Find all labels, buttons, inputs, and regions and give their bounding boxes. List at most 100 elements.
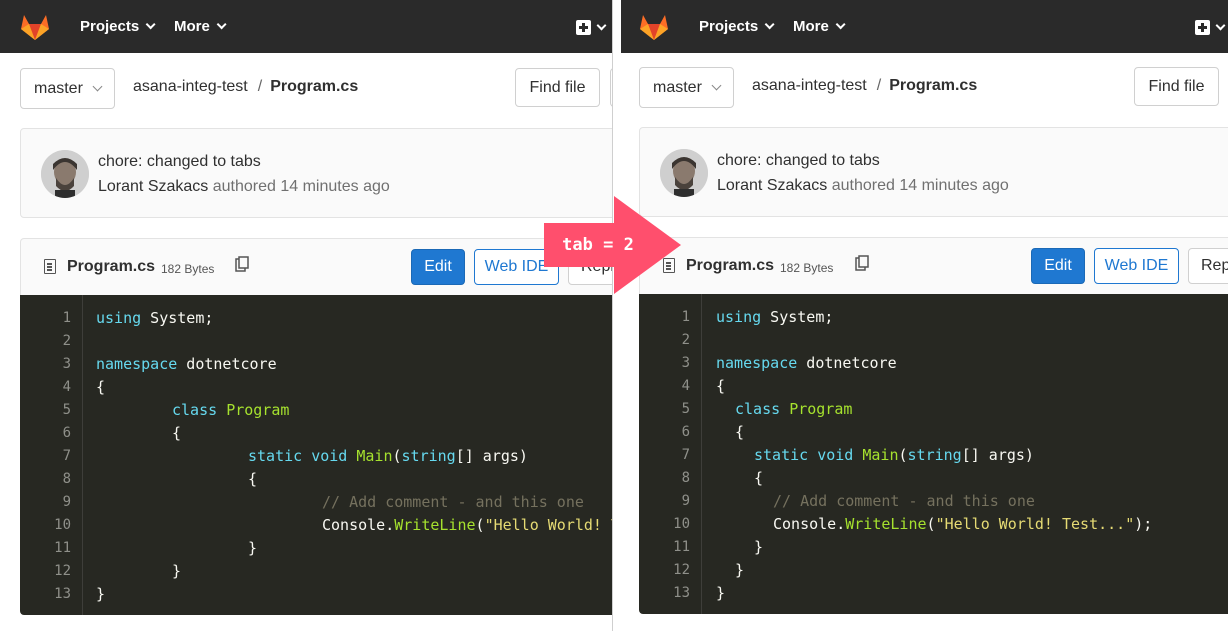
line-number[interactable]: 11 (650, 536, 690, 559)
line-number[interactable]: 2 (650, 329, 690, 352)
plus-square-icon[interactable] (576, 20, 591, 35)
line-number[interactable]: 2 (31, 330, 71, 353)
code-token: static void (754, 446, 854, 464)
line-number[interactable]: 10 (31, 514, 71, 537)
chevron-down-icon (835, 19, 846, 30)
line-number[interactable]: 10 (650, 513, 690, 536)
commit-time: 14 minutes ago (899, 177, 1009, 194)
code-line: } (172, 562, 182, 580)
code-line: } (96, 585, 106, 603)
code-token: ( (392, 447, 402, 465)
file-header: Program.cs 182 Bytes Edit Web IDE Replac… (639, 237, 1228, 294)
find-file-button[interactable]: Find file (515, 68, 600, 107)
code-token: System; (141, 309, 214, 327)
code-line: { (96, 378, 106, 396)
top-navbar: Projects More (0, 0, 612, 53)
web-ide-button[interactable]: Web IDE (1094, 248, 1179, 284)
line-number[interactable]: 3 (650, 352, 690, 375)
breadcrumb-file[interactable]: Program.cs (889, 77, 977, 94)
clipboard-icon[interactable] (855, 255, 869, 271)
code-token: ( (926, 515, 936, 533)
line-number[interactable]: 9 (31, 491, 71, 514)
code-token: WriteLine (845, 515, 927, 533)
chevron-down-icon (764, 19, 775, 30)
file-name: Program.cs (686, 257, 775, 274)
code-viewer[interactable]: 1 2 3 4 5 6 7 8 9 10 11 12 13 using Syst… (20, 295, 612, 615)
commit-title[interactable]: chore: changed to tabs (98, 153, 261, 171)
more-menu[interactable]: More (793, 0, 846, 53)
line-number[interactable]: 5 (650, 398, 690, 421)
gitlab-logo-icon[interactable] (20, 13, 50, 41)
code-token: ); (1134, 515, 1153, 533)
code-line: } (735, 561, 745, 579)
code-line: // Add comment - and this one (773, 492, 1035, 510)
code-token: class (735, 400, 781, 418)
line-number[interactable]: 7 (650, 444, 690, 467)
line-number[interactable]: 6 (650, 421, 690, 444)
edit-button[interactable]: Edit (411, 249, 465, 285)
find-file-button[interactable]: Find file (1134, 67, 1219, 106)
commit-author[interactable]: Lorant Szakacs (98, 178, 208, 195)
code-line: } (754, 538, 764, 556)
projects-menu-label: Projects (699, 18, 759, 35)
line-number[interactable]: 11 (31, 537, 71, 560)
code-token: ( (898, 446, 908, 464)
code-token: Console. (322, 516, 395, 534)
line-number[interactable]: 8 (650, 467, 690, 490)
code-token: System; (761, 308, 834, 326)
gitlab-logo-icon[interactable] (639, 13, 669, 41)
line-number[interactable]: 1 (31, 307, 71, 330)
code-line: static void Main(string[] args) (754, 444, 1034, 467)
commit-author[interactable]: Lorant Szakacs (717, 177, 827, 194)
branch-selector[interactable]: master (639, 67, 734, 108)
breadcrumb-project[interactable]: asana-integ-test (133, 78, 248, 95)
commit-title[interactable]: chore: changed to tabs (717, 152, 880, 170)
line-number[interactable]: 8 (31, 468, 71, 491)
line-number[interactable]: 1 (650, 306, 690, 329)
breadcrumb-separator: / (257, 78, 263, 95)
line-number[interactable]: 5 (31, 399, 71, 422)
code-line: } (248, 539, 258, 557)
more-menu-label: More (174, 18, 210, 35)
commit-box: chore: changed to tabs Lorant Szakacs au… (639, 127, 1228, 217)
projects-menu[interactable]: Projects (80, 0, 156, 53)
branch-selector[interactable]: master (20, 68, 115, 109)
chevron-down-icon (145, 19, 156, 30)
breadcrumb-file[interactable]: Program.cs (270, 78, 358, 95)
code-viewer[interactable]: 1 2 3 4 5 6 7 8 9 10 11 12 13 using Syst… (639, 294, 1228, 614)
avatar[interactable] (660, 149, 708, 197)
code-line: static void Main(string[] args) (248, 445, 528, 468)
breadcrumb: asana-integ-test / Program.cs (752, 77, 977, 95)
line-number[interactable]: 3 (31, 353, 71, 376)
code-line: Console.WriteLine("Hello World! Test..."… (773, 513, 1152, 536)
code-line: } (716, 584, 726, 602)
line-number[interactable]: 13 (650, 582, 690, 605)
projects-menu[interactable]: Projects (699, 0, 775, 53)
copy-path-button[interactable] (610, 68, 612, 107)
line-number[interactable]: 4 (31, 376, 71, 399)
commit-authored-label: authored (831, 177, 895, 194)
line-number[interactable]: 4 (650, 375, 690, 398)
replace-button[interactable]: Replace (1188, 248, 1228, 284)
more-menu[interactable]: More (174, 0, 227, 53)
chevron-down-icon[interactable] (596, 20, 607, 31)
line-number[interactable]: 12 (31, 560, 71, 583)
avatar[interactable] (41, 150, 89, 198)
breadcrumb-project[interactable]: asana-integ-test (752, 77, 867, 94)
edit-button[interactable]: Edit (1031, 248, 1085, 284)
line-number[interactable]: 13 (31, 583, 71, 606)
clipboard-icon[interactable] (235, 256, 249, 272)
breadcrumb: asana-integ-test / Program.cs (133, 78, 358, 96)
chevron-down-icon (216, 19, 227, 30)
line-number[interactable]: 6 (31, 422, 71, 445)
line-number[interactable]: 7 (31, 445, 71, 468)
code-token: Program (789, 400, 853, 418)
code-line: class Program (172, 399, 289, 422)
line-number-gutter: 1 2 3 4 5 6 7 8 9 10 11 12 13 (639, 294, 702, 614)
line-number[interactable]: 9 (650, 490, 690, 513)
projects-menu-label: Projects (80, 18, 140, 35)
chevron-down-icon[interactable] (1215, 20, 1226, 31)
line-number[interactable]: 12 (650, 559, 690, 582)
top-navbar: Projects More (621, 0, 1228, 53)
plus-square-icon[interactable] (1195, 20, 1210, 35)
